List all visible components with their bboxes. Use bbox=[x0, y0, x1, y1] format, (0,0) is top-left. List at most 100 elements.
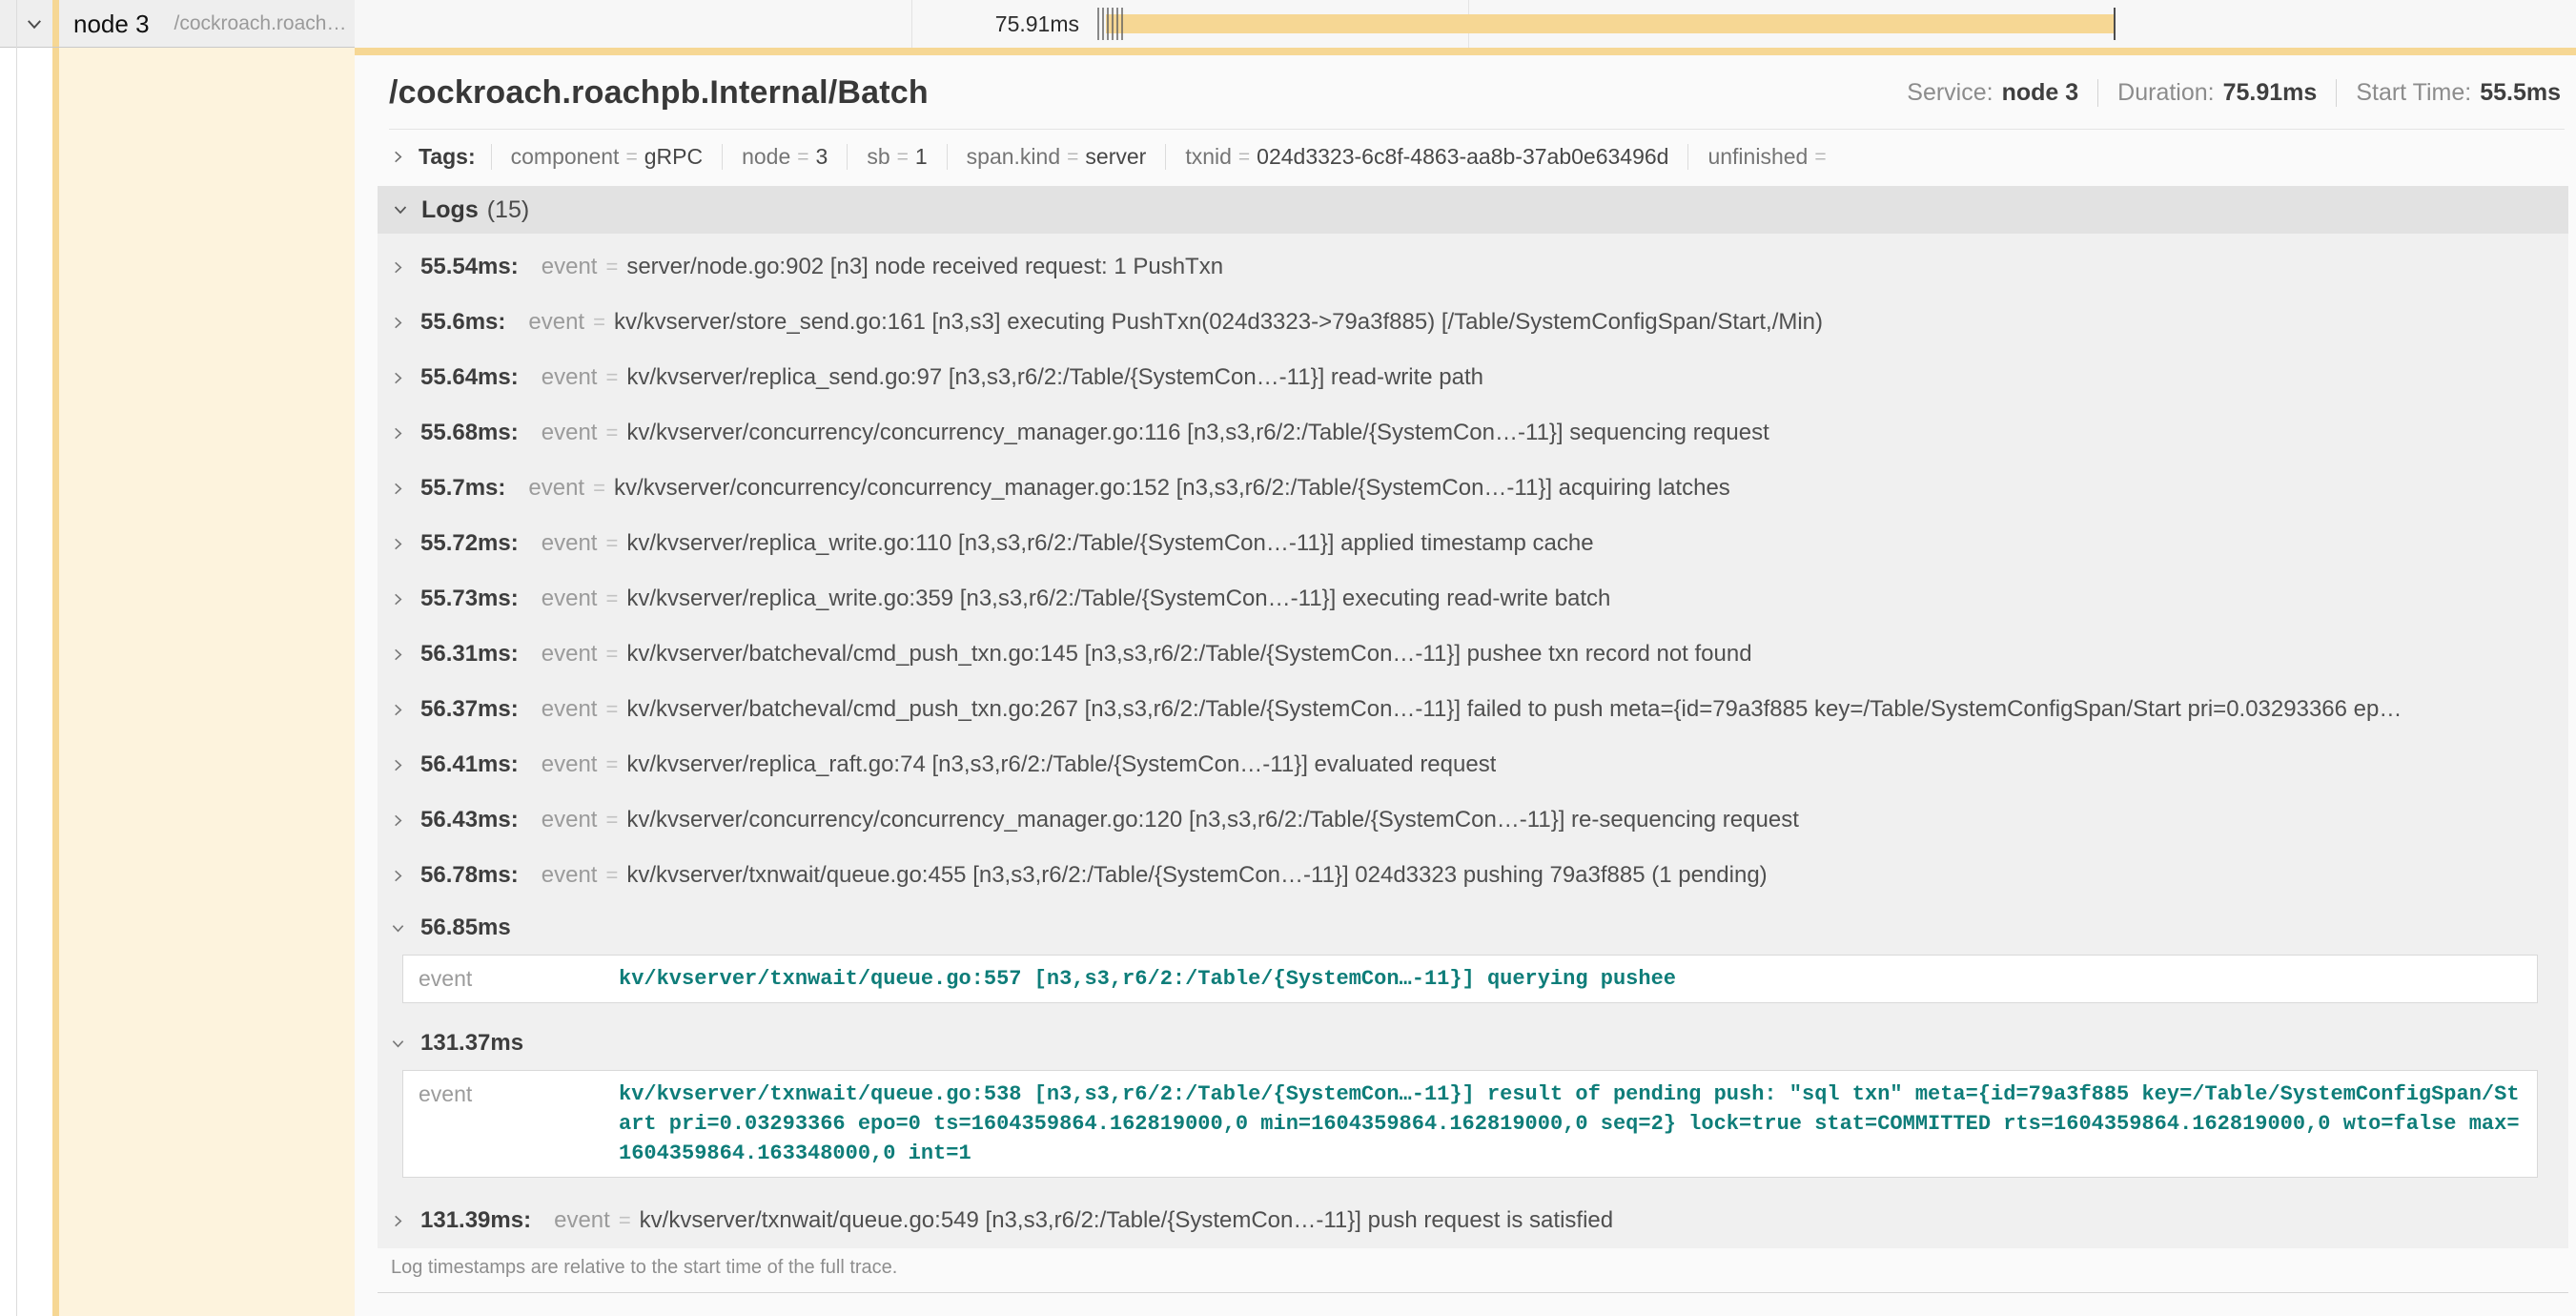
equals-sign: = bbox=[605, 531, 618, 556]
equals-sign: = bbox=[605, 697, 618, 722]
log-field-value: kv/kvserver/batcheval/cmd_push_txn.go:14… bbox=[626, 641, 1751, 668]
log-timestamp: 56.31ms: bbox=[420, 641, 519, 668]
log-field-key: event bbox=[542, 751, 598, 778]
chevron-right-icon bbox=[391, 260, 405, 275]
log-field-value: kv/kvserver/concurrency/concurrency_mana… bbox=[614, 475, 1730, 502]
equals-sign: = bbox=[797, 146, 808, 169]
span-color-band bbox=[52, 0, 59, 48]
equals-sign: = bbox=[605, 642, 618, 667]
span-overview: Service: node 3 Duration: 75.91ms Start Time… bbox=[1888, 79, 2563, 107]
tag-item[interactable]: component= gRPC bbox=[491, 144, 722, 170]
logs-list: 55.54ms: event = server/node.go:902 [n3]… bbox=[378, 234, 2568, 1248]
log-field-key: event bbox=[528, 309, 584, 336]
tags-label: Tags: bbox=[419, 144, 476, 170]
log-field-key: event bbox=[542, 862, 598, 889]
log-row[interactable]: 131.39ms: event = kv/kvserver/txnwait/qu… bbox=[389, 1193, 2568, 1248]
chevron-right-icon bbox=[391, 813, 405, 828]
pane-divider[interactable] bbox=[16, 0, 17, 1316]
log-field-key: event bbox=[542, 530, 598, 557]
equals-sign: = bbox=[605, 255, 618, 279]
log-timestamp: 55.68ms: bbox=[420, 420, 519, 446]
tag-item[interactable]: span.kind=server bbox=[947, 144, 1166, 170]
chevron-right-icon bbox=[391, 150, 405, 164]
span-detail-title[interactable]: /cockroach.roachpb.Internal/Batch bbox=[389, 74, 929, 112]
log-row[interactable]: 56.41ms: event = kv/kvserver/replica_raf… bbox=[389, 737, 2568, 792]
tag-item[interactable]: unfinished= bbox=[1687, 144, 1851, 170]
log-row[interactable]: 55.54ms: event = server/node.go:902 [n3]… bbox=[389, 239, 2568, 295]
overview-label: Start Time: bbox=[2356, 79, 2471, 106]
equals-sign: = bbox=[605, 365, 618, 390]
log-timestamp: 55.7ms: bbox=[420, 475, 505, 502]
log-row-expanded-header[interactable]: 56.85ms bbox=[389, 903, 2568, 953]
log-row[interactable]: 56.31ms: event = kv/kvserver/batcheval/c… bbox=[389, 627, 2568, 682]
chevron-right-icon bbox=[391, 592, 405, 607]
equals-sign: = bbox=[605, 586, 618, 611]
log-tick-marks bbox=[1097, 8, 1123, 40]
equals-sign: = bbox=[1067, 146, 1078, 169]
overview-value: 75.91ms bbox=[2223, 79, 2318, 106]
span-duration-label: 75.91ms bbox=[889, 0, 1079, 48]
tags-accordion-header[interactable]: Tags: component=gRPCnode=3sb=1span.kind=… bbox=[355, 130, 2576, 184]
log-row[interactable]: 56.43ms: event = kv/kvserver/concurrency… bbox=[389, 792, 2568, 848]
log-field-value: kv/kvserver/concurrency/concurrency_mana… bbox=[626, 420, 1768, 446]
log-field-value[interactable]: kv/kvserver/txnwait/queue.go:557 [n3,s3,… bbox=[619, 964, 2522, 994]
log-timestamp: 56.43ms: bbox=[420, 807, 519, 833]
overview-label: Duration: bbox=[2117, 79, 2214, 106]
span-duration-bar[interactable] bbox=[1106, 14, 2115, 33]
log-timestamp: 131.37ms bbox=[420, 1030, 523, 1057]
log-field-value: kv/kvserver/txnwait/queue.go:455 [n3,s3,… bbox=[626, 862, 1767, 889]
log-field-value: kv/kvserver/replica_write.go:359 [n3,s3,… bbox=[626, 586, 1610, 612]
span-detail-panel: /cockroach.roachpb.Internal/Batch Servic… bbox=[355, 48, 2576, 1316]
chevron-down-icon bbox=[391, 1037, 405, 1051]
equals-sign: = bbox=[605, 421, 618, 445]
log-row[interactable]: 56.78ms: event = kv/kvserver/txnwait/que… bbox=[389, 848, 2568, 903]
log-row[interactable]: 55.73ms: event = kv/kvserver/replica_wri… bbox=[389, 571, 2568, 627]
log-row[interactable]: 55.7ms: event = kv/kvserver/concurrency/… bbox=[389, 461, 2568, 516]
tag-value: 1 bbox=[915, 144, 928, 170]
equals-sign: = bbox=[625, 146, 637, 169]
tag-item[interactable]: sb=1 bbox=[847, 144, 946, 170]
overview-item: Start Time:55.5ms bbox=[2336, 79, 2563, 107]
log-entry-expanded: 131.37ms event kv/kvserver/txnwait/queue… bbox=[389, 1018, 2568, 1178]
span-bar-endcap bbox=[2114, 8, 2116, 40]
span-detail-header: /cockroach.roachpb.Internal/Batch Servic… bbox=[355, 55, 2576, 112]
log-row[interactable]: 55.64ms: event = kv/kvserver/replica_sen… bbox=[389, 350, 2568, 405]
log-field-key: event bbox=[528, 475, 584, 502]
log-timestamp: 55.72ms: bbox=[420, 530, 519, 557]
tag-key: txnid bbox=[1185, 144, 1232, 170]
log-field-value[interactable]: kv/kvserver/txnwait/queue.go:538 [n3,s3,… bbox=[619, 1080, 2522, 1168]
log-timestamp: 131.39ms: bbox=[420, 1207, 531, 1234]
log-field-value: kv/kvserver/replica_write.go:110 [n3,s3,… bbox=[626, 530, 1593, 557]
span-name-cell[interactable]: node 3 /cockroach.roach… bbox=[0, 0, 355, 48]
chevron-down-icon bbox=[391, 921, 405, 936]
collapse-all-chevron-icon[interactable] bbox=[25, 14, 44, 38]
tag-item[interactable]: txnid=024d3323-6c8f-4863-aa8b-37ab0e6349… bbox=[1165, 144, 1687, 170]
chevron-right-icon bbox=[391, 703, 405, 717]
overview-value: node 3 bbox=[2002, 79, 2079, 106]
overview-item: Service: node 3 bbox=[1888, 79, 2097, 107]
span-operation-name: /cockroach.roach… bbox=[174, 12, 347, 35]
selected-span-column bbox=[0, 48, 355, 1316]
equals-sign: = bbox=[593, 476, 605, 501]
log-row[interactable]: 55.6ms: event = kv/kvserver/store_send.g… bbox=[389, 295, 2568, 350]
span-row-highlight bbox=[59, 48, 355, 1316]
tag-value: gRPC bbox=[644, 144, 703, 170]
chevron-right-icon bbox=[391, 537, 405, 551]
logs-count: (15) bbox=[487, 196, 529, 224]
log-row[interactable]: 55.68ms: event = kv/kvserver/concurrency… bbox=[389, 405, 2568, 461]
tag-key: component bbox=[511, 144, 620, 170]
log-row[interactable]: 56.37ms: event = kv/kvserver/batcheval/c… bbox=[389, 682, 2568, 737]
log-row[interactable]: 55.72ms: event = kv/kvserver/replica_wri… bbox=[389, 516, 2568, 571]
equals-sign: = bbox=[1238, 146, 1250, 169]
overview-label: Service: bbox=[1907, 79, 1993, 106]
logs-accordion-header[interactable]: Logs (15) bbox=[378, 186, 2568, 234]
log-field-key: event bbox=[554, 1207, 610, 1234]
log-row-expanded-header[interactable]: 131.37ms bbox=[389, 1018, 2568, 1068]
chevron-right-icon bbox=[391, 869, 405, 883]
equals-sign: = bbox=[1814, 146, 1826, 169]
log-timestamp: 56.41ms: bbox=[420, 751, 519, 778]
log-timestamp: 55.64ms: bbox=[420, 364, 519, 391]
equals-sign: = bbox=[605, 752, 618, 777]
tag-item[interactable]: node=3 bbox=[722, 144, 847, 170]
equals-sign: = bbox=[897, 146, 909, 169]
